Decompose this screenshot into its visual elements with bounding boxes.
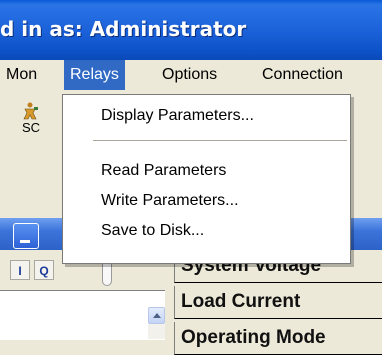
write-parameters-item[interactable]: Write Parameters... <box>101 189 239 213</box>
list-box <box>0 290 165 340</box>
menu-separator <box>93 140 347 141</box>
figure-icon <box>23 102 38 120</box>
parameter-row[interactable]: Load Current <box>174 286 382 319</box>
read-parameters-item[interactable]: Read Parameters <box>101 159 226 183</box>
menu-bar: Mon Relays Options Connection <box>0 60 382 94</box>
save-to-disk-item[interactable]: Save to Disk... <box>101 219 204 243</box>
menu-connection[interactable]: Connection <box>256 60 349 90</box>
scroll-up-button[interactable] <box>148 307 165 324</box>
menu-options[interactable]: Options <box>156 60 223 90</box>
relays-dropdown-menu: Display Parameters... Read Parameters Wr… <box>62 94 351 264</box>
menu-mon[interactable]: Mon <box>0 60 43 90</box>
display-parameters-item[interactable]: Display Parameters... <box>101 104 254 128</box>
menu-relays[interactable]: Relays <box>64 60 125 90</box>
tq-button[interactable]: Q <box>34 260 54 280</box>
sc-toolbar-button[interactable]: SC <box>10 100 52 148</box>
minimize-icon[interactable] <box>13 223 39 249</box>
sc-label: SC <box>21 120 41 135</box>
ti-button[interactable]: I <box>10 260 30 280</box>
scrollbar-track[interactable] <box>148 324 165 339</box>
window-title: d in as: Administrator <box>0 17 247 41</box>
title-bar: d in as: Administrator <box>0 0 382 60</box>
